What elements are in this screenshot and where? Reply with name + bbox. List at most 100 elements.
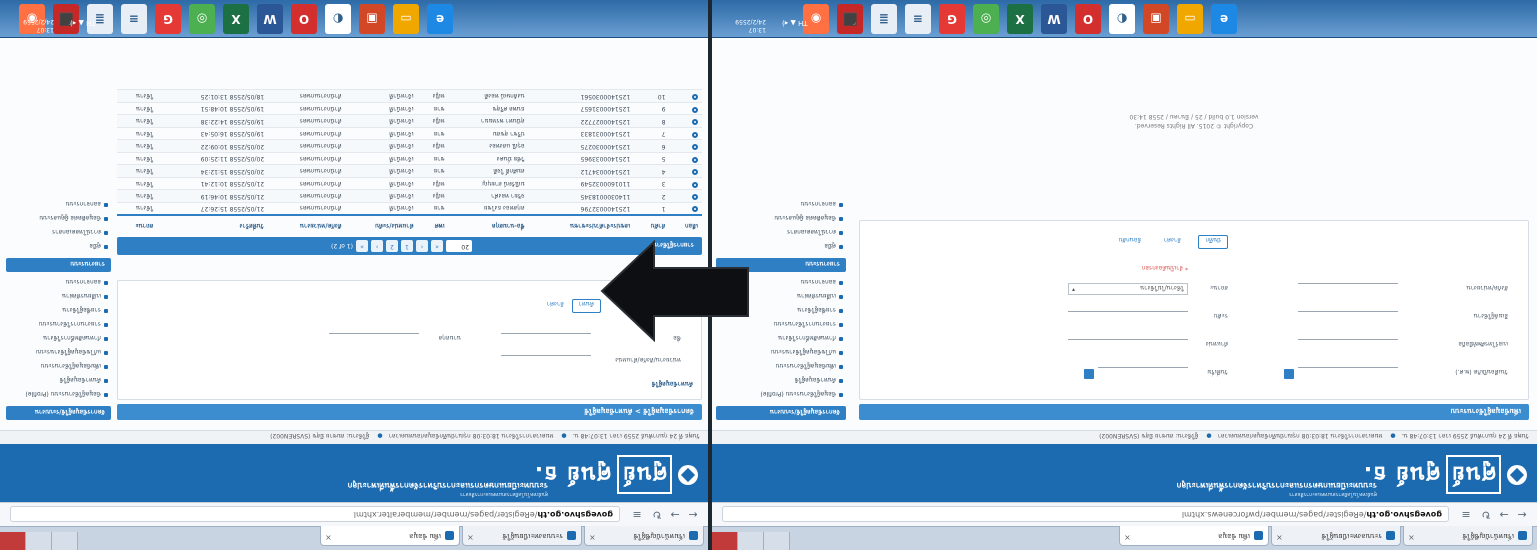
start-input[interactable] — [1098, 367, 1188, 379]
row-select-radio[interactable] — [669, 90, 702, 103]
page-first-button[interactable]: « — [431, 240, 443, 252]
browser-tab-2[interactable]: ระบบลงทะเบียนผู้ใช้ × — [462, 526, 582, 546]
radio-icon[interactable] — [692, 119, 698, 126]
radio-icon[interactable] — [692, 131, 698, 138]
sidebar-head-report[interactable]: รายงานระบบ — [6, 258, 111, 272]
page-1-button[interactable]: 1 — [401, 240, 413, 252]
sidebar-item-profile[interactable]: ข้อมูลผู้ใช้งานระบบ (Profile) — [716, 388, 846, 402]
clear-button[interactable]: ล้างค่า — [1157, 235, 1188, 249]
col-position[interactable]: ตำแหน่ง/ระดับ — [345, 215, 418, 237]
refresh-icon[interactable]: ↻ — [1479, 507, 1493, 521]
sidebar-item-manual[interactable]: คู่มือ — [6, 240, 111, 254]
chrome-icon[interactable]: ◎ — [189, 4, 215, 34]
table-row[interactable]: 2 1140300018345 จริยา ทองคำ หญิง เจ้าหน้าที่… — [117, 190, 702, 203]
minimize-button[interactable] — [52, 532, 78, 550]
page-last-button[interactable]: » — [356, 240, 368, 252]
page-2-button[interactable]: 2 — [386, 240, 398, 252]
phone-input[interactable] — [1298, 339, 1398, 351]
radio-icon[interactable] — [692, 94, 698, 101]
level-input[interactable] — [1068, 311, 1188, 323]
radio-icon[interactable] — [692, 156, 698, 163]
col-status[interactable]: สถานะ — [117, 215, 158, 237]
notepad-icon[interactable]: ≡ — [121, 4, 147, 34]
word-doc-icon[interactable]: ▣ — [1143, 4, 1169, 34]
row-select-radio[interactable] — [669, 115, 702, 128]
sidebar-item-permission[interactable]: กำหนดสิทธิ์การใช้งาน — [6, 332, 111, 346]
table-row[interactable]: 3 1101600032549 มณีรัตน์ สายบุญ หญิง เจ้าหน้… — [117, 177, 702, 190]
col-gender[interactable]: เพศ — [417, 215, 449, 237]
sidebar-item-password[interactable]: เปลี่ยนรหัสผ่าน — [6, 290, 111, 304]
word-icon[interactable]: W — [257, 4, 283, 34]
site-logo[interactable]: ศูนย์ ศูนย์ ธ. — [1363, 455, 1527, 495]
radio-icon[interactable] — [692, 169, 698, 176]
radio-icon[interactable] — [692, 206, 698, 213]
row-select-radio[interactable] — [669, 127, 702, 140]
window-close-button[interactable] — [0, 532, 26, 550]
opera-icon[interactable]: O — [1075, 4, 1101, 34]
browser-tab-1[interactable]: เริ่มหน้าบัญชีผู้ใช้ × — [584, 526, 704, 546]
refresh-icon[interactable]: ↻ — [650, 507, 664, 521]
surname-input[interactable] — [329, 333, 419, 345]
row-select-radio[interactable] — [669, 102, 702, 115]
close-icon[interactable]: × — [589, 533, 596, 542]
folder-icon[interactable]: ▭ — [1177, 4, 1203, 34]
window-close-button[interactable] — [712, 532, 738, 550]
sidebar-item-add[interactable]: เพิ่มข้อมูลผู้ใช้งานระบบ — [6, 360, 111, 374]
table-row[interactable]: 9 1251400031657 ธนพล ศรีสุข ชาย เจ้าหน้าที่ส… — [117, 102, 702, 115]
maximize-button[interactable] — [26, 532, 52, 550]
folder-icon[interactable]: ▭ — [393, 4, 419, 34]
calendar-icon[interactable] — [1084, 369, 1094, 379]
clear-button[interactable]: ล้างค่า — [540, 299, 571, 313]
sidebar-item-download[interactable]: ดาวน์โหลดเอกสาร — [716, 226, 846, 240]
sidebar-item-contact[interactable]: ข้อมูลติดต่อ ผู้ดูแลระบบ — [6, 212, 111, 226]
url-field[interactable]: govegshvo.go.th/eRegister/pages/member/p… — [722, 506, 1449, 522]
browser-tab-2[interactable]: ระบบลงทะเบียนผู้ใช้ × — [1271, 526, 1401, 546]
position-input[interactable] — [1068, 339, 1188, 351]
org-input[interactable] — [1298, 283, 1398, 295]
table-row[interactable]: 10 1251400030561 นงลักษณ์ ทองดี หญิง เจ้าหน้… — [117, 90, 702, 103]
row-select-radio[interactable] — [669, 202, 702, 215]
sidebar-item-usage-report[interactable]: รายงานการใช้งานระบบ — [6, 318, 111, 332]
close-icon[interactable]: × — [1408, 533, 1415, 542]
back-arrow-icon[interactable]: ← — [686, 507, 700, 521]
sidebar-head-main[interactable]: จัดการข้อมูลผู้ใช้/ระบบงาน — [6, 406, 111, 420]
back-button[interactable]: ย้อนกลับ — [1112, 235, 1148, 249]
acrobat-icon[interactable]: ⬛ — [837, 4, 863, 34]
table-row[interactable]: 8 1251400027722 สุนันทา พรหมมา หญิง เจ้าหน้า… — [117, 115, 702, 128]
system-tray[interactable]: TH ▲ ◂) — [782, 19, 808, 27]
row-select-radio[interactable] — [669, 152, 702, 165]
save-button[interactable]: บันทึก — [1198, 235, 1228, 249]
browser-tab-3[interactable]: เพิ่ม ข้อมูล × — [320, 526, 460, 546]
recorder-icon[interactable]: G — [939, 4, 965, 34]
close-icon[interactable]: × — [1276, 533, 1283, 542]
app-icon[interactable]: ◐ — [325, 4, 351, 34]
sidebar-item-search[interactable]: ค้นหาข้อมูลผู้ใช้ — [716, 374, 846, 388]
table-row[interactable]: 1 1251400032796 สกุลทอง ธงไชย ชาย เจ้าหน้าที… — [117, 202, 702, 215]
page-next-button[interactable]: › — [371, 240, 383, 252]
excel-icon[interactable]: X — [1007, 4, 1033, 34]
excel-icon[interactable]: X — [223, 4, 249, 34]
page-prev-button[interactable]: ‹ — [416, 240, 428, 252]
org-input[interactable] — [501, 355, 591, 367]
radio-icon[interactable] — [692, 194, 698, 201]
col-name[interactable]: ชื่อ-นามสกุล — [448, 215, 529, 237]
sidebar-head-main[interactable]: จัดการข้อมูลผู้ใช้/ระบบงาน — [716, 406, 846, 420]
taskbar-clock[interactable]: 13:07 24/2/2559 — [716, 3, 766, 33]
sidebar-item-contact[interactable]: ข้อมูลติดต่อ ผู้ดูแลระบบ — [716, 212, 846, 226]
sidebar-item-download[interactable]: ดาวน์โหลดเอกสาร — [6, 226, 111, 240]
back-arrow-icon[interactable]: ← — [1515, 507, 1529, 521]
radio-icon[interactable] — [692, 106, 698, 113]
table-row[interactable]: 6 1251400030275 อรุณี แสงทอง หญิง เจ้าหน้าที… — [117, 140, 702, 153]
search-button[interactable]: ค้นหา — [571, 299, 601, 313]
forward-arrow-icon[interactable]: → — [668, 507, 682, 521]
minimize-button[interactable] — [764, 532, 790, 550]
ie-icon[interactable]: e — [1211, 4, 1237, 34]
close-icon[interactable]: × — [467, 533, 474, 542]
col-id[interactable]: เลขประจำตัวประชาชน — [528, 215, 635, 237]
calendar-icon[interactable] — [1284, 369, 1294, 379]
col-org[interactable]: สังกัด/หน่วยงาน — [268, 215, 346, 237]
status-select[interactable]: ใช้งาน/ไม่ใช้งาน ▾ — [1068, 283, 1188, 295]
close-icon[interactable]: × — [1124, 533, 1131, 542]
word-doc-icon[interactable]: ▣ — [359, 4, 385, 34]
menu-icon[interactable]: ≡ — [630, 507, 644, 521]
